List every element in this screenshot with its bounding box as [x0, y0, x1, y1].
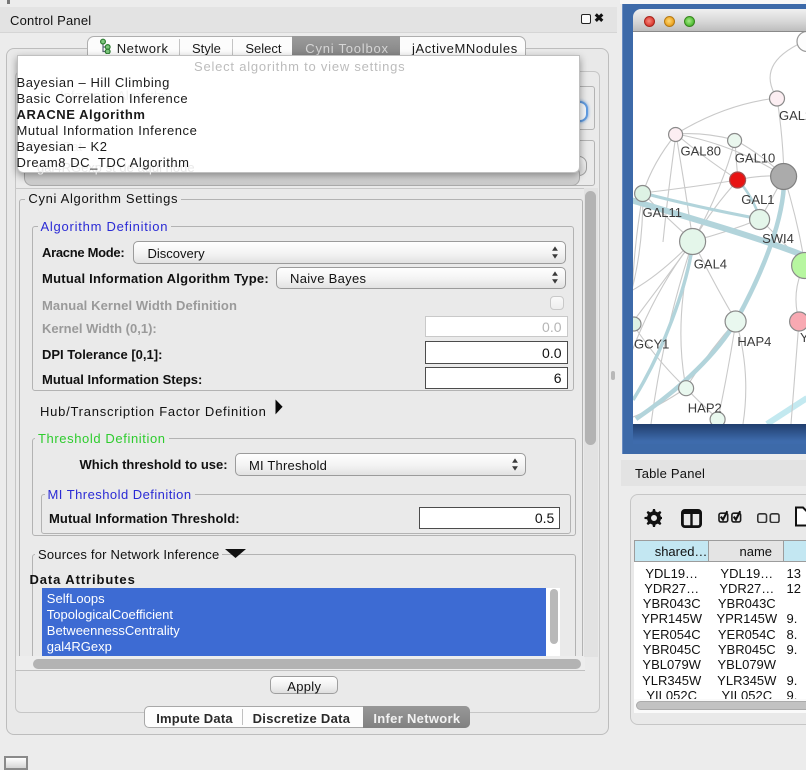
svg-text:GAL2: GAL2: [779, 108, 806, 123]
svg-text:HAP4: HAP4: [737, 334, 771, 349]
svg-text:SWI4: SWI4: [762, 231, 794, 246]
svg-text:GAL4: GAL4: [694, 256, 727, 271]
svg-text:GAL10: GAL10: [735, 151, 775, 166]
svg-text:HAP2: HAP2: [688, 401, 722, 416]
svg-text:GAL11: GAL11: [643, 205, 683, 220]
svg-text:YEL0: YEL0: [800, 330, 806, 345]
svg-text:GAL80: GAL80: [681, 144, 721, 159]
svg-text:GCY1: GCY1: [634, 337, 669, 352]
svg-text:GAL1: GAL1: [741, 192, 774, 207]
